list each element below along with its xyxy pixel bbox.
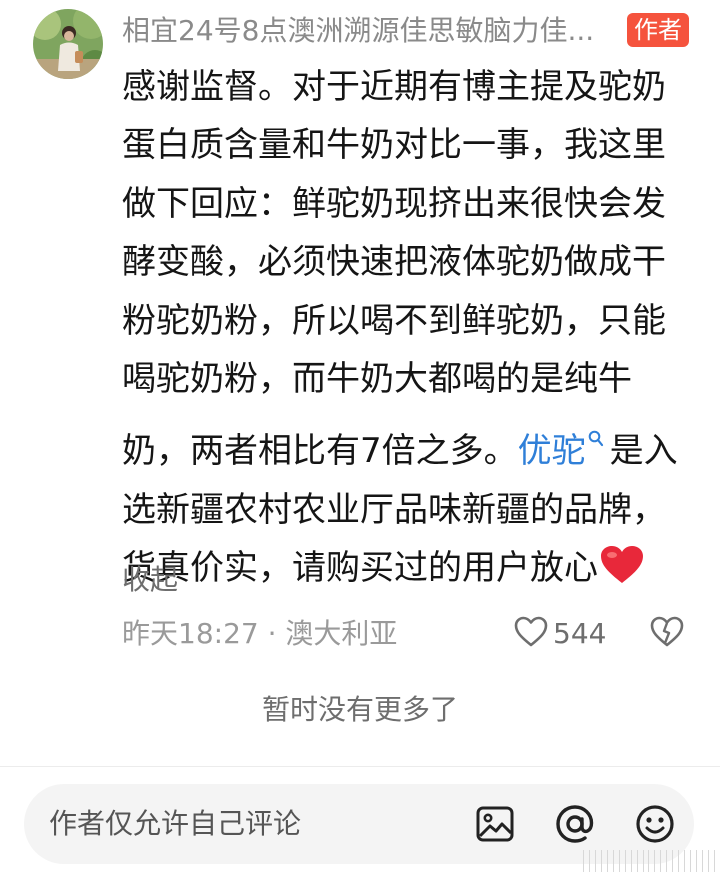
brand-search-link[interactable]: 优驼 xyxy=(518,431,586,471)
content-line: 奶，两者相比有7倍之多。优驼 是入 xyxy=(122,408,682,480)
heart-emoji-icon xyxy=(600,545,644,603)
content-line: 蛋白质含量和牛奶对比一事，我这里 xyxy=(122,125,666,166)
at-icon[interactable] xyxy=(554,803,596,849)
no-more-text: 暂时没有更多了 xyxy=(261,693,458,726)
search-icon[interactable] xyxy=(588,408,604,466)
emoji-icon[interactable] xyxy=(634,803,676,849)
location: 澳大利亚 xyxy=(285,617,398,650)
input-placeholder: 作者仅允许自己评论 xyxy=(49,807,302,840)
image-icon[interactable] xyxy=(474,803,516,849)
content-line: 货真价实，请购买过的用户放心 xyxy=(122,539,682,603)
home-indicator xyxy=(583,846,715,876)
like-icon[interactable] xyxy=(514,616,548,652)
author-badge: 作者 xyxy=(627,13,689,47)
content-text: 货真价实，请购买过的用户放心 xyxy=(122,548,598,589)
comment-meta: 昨天18:27 · 澳大利亚 xyxy=(122,614,397,654)
content-line: 喝驼奶粉，而牛奶大都喝的是纯牛 xyxy=(122,359,632,400)
username[interactable]: 相宜24号8点澳洲溯源佳思敏脑力佳... xyxy=(122,12,612,50)
like-count: 544 xyxy=(553,617,607,650)
collapse-button[interactable]: 收起 xyxy=(122,560,178,600)
meta-separator: · xyxy=(267,617,277,650)
timestamp: 昨天18:27 xyxy=(122,617,259,650)
content-line: 感谢监督。对于近期有博主提及驼奶 xyxy=(122,67,666,107)
dislike-icon[interactable] xyxy=(650,616,684,652)
content-line: 粉驼奶粉，所以喝不到鲜驼奶，只能 xyxy=(122,300,666,341)
content-text: 是入 xyxy=(609,431,678,472)
comment-content: 感谢监督。对于近期有博主提及驼奶 蛋白质含量和牛奶对比一事，我这里 做下回应：鲜… xyxy=(122,58,682,604)
content-line: 酵变酸，必须快速把液体驼奶做成干 xyxy=(122,242,666,283)
divider xyxy=(0,766,720,767)
content-text: 奶，两者相比有7倍之多。 xyxy=(122,431,518,472)
content-line: 做下回应：鲜驼奶现挤出来很快会发 xyxy=(122,183,666,224)
avatar[interactable] xyxy=(33,9,103,79)
content-line: 选新疆农村农业厅品味新疆的品牌， xyxy=(122,489,666,530)
